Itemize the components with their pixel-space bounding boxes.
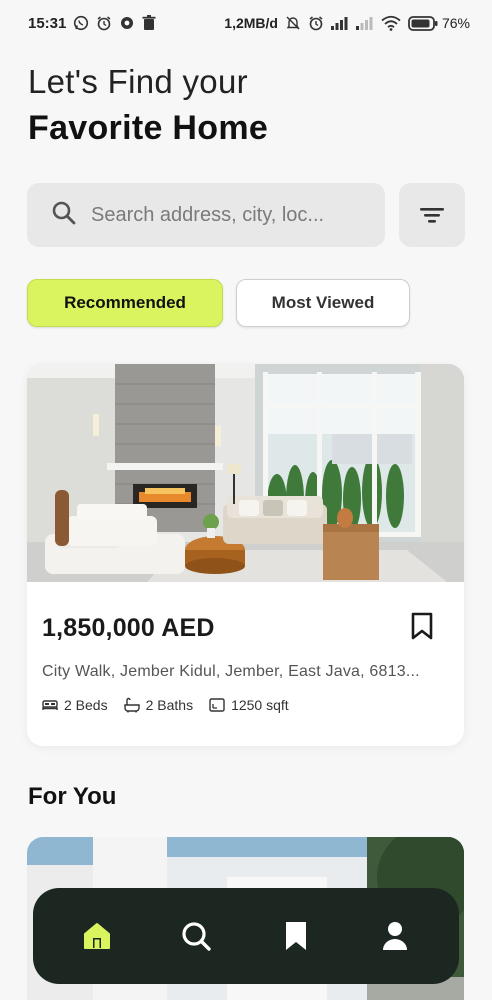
- battery-icon: [408, 15, 438, 31]
- tab-most-viewed[interactable]: Most Viewed: [236, 279, 410, 327]
- headline-line-2: Favorite Home: [28, 109, 269, 147]
- property-image[interactable]: [27, 364, 464, 582]
- area-icon: [209, 698, 225, 712]
- headline-line-1: Let's Find your: [28, 63, 248, 100]
- property-address: City Walk, Jember Kidul, Jember, East Ja…: [42, 663, 420, 680]
- search-icon: [51, 200, 77, 231]
- feature-area: 1250 sqft: [209, 697, 289, 713]
- bookmark-icon: [411, 612, 433, 640]
- nav-home[interactable]: [69, 908, 125, 964]
- nav-bookmarks[interactable]: [268, 908, 324, 964]
- search-bar[interactable]: [27, 183, 385, 247]
- app-notification-icon: [119, 15, 135, 31]
- area-label: 1250 sqft: [231, 697, 289, 713]
- for-you-title: For You: [28, 783, 117, 810]
- status-bar: 15:31 1,2MB/d 76%: [0, 0, 492, 46]
- bed-icon: [42, 700, 58, 710]
- profile-icon: [383, 922, 408, 950]
- bathtub-icon: [123, 697, 140, 713]
- feature-beds: 2 Beds: [42, 697, 108, 713]
- baths-label: 2 Baths: [145, 697, 194, 713]
- battery-percent: 76%: [441, 15, 470, 31]
- alarm-icon: [96, 15, 112, 31]
- property-features: 2 Beds 2 Baths 1250 sqft: [42, 697, 305, 713]
- tab-recommended[interactable]: Recommended: [27, 279, 223, 327]
- battery-indicator: 76%: [408, 15, 470, 31]
- signal-icon: [355, 16, 374, 30]
- status-time: 15:31: [28, 14, 67, 32]
- property-card[interactable]: 1,850,000 AED City Walk, Jember Kidul, J…: [27, 364, 464, 746]
- signal-icon: [330, 16, 349, 30]
- nav-search[interactable]: [168, 908, 224, 964]
- bookmark-icon: [285, 922, 306, 950]
- trash-icon: [142, 15, 156, 31]
- alarm-icon: [308, 15, 324, 31]
- search-input[interactable]: [91, 203, 361, 227]
- property-price: 1,850,000 AED: [42, 614, 215, 642]
- feature-baths: 2 Baths: [123, 697, 194, 713]
- filter-icon: [420, 208, 444, 223]
- status-left: 15:31: [28, 15, 156, 32]
- whatsapp-icon: [73, 15, 89, 31]
- bell-muted-icon: [285, 15, 301, 31]
- status-right: 1,2MB/d 76%: [224, 15, 470, 31]
- headline: Let's Find your Favorite Home: [28, 62, 268, 150]
- network-speed: 1,2MB/d: [224, 15, 278, 31]
- search-icon: [182, 922, 211, 951]
- filter-button[interactable]: [399, 183, 465, 247]
- home-icon: [83, 923, 110, 949]
- bottom-navigation: [33, 888, 459, 984]
- wifi-icon: [381, 15, 401, 31]
- nav-profile[interactable]: [367, 908, 423, 964]
- beds-label: 2 Beds: [64, 697, 108, 713]
- bookmark-button[interactable]: [410, 612, 434, 645]
